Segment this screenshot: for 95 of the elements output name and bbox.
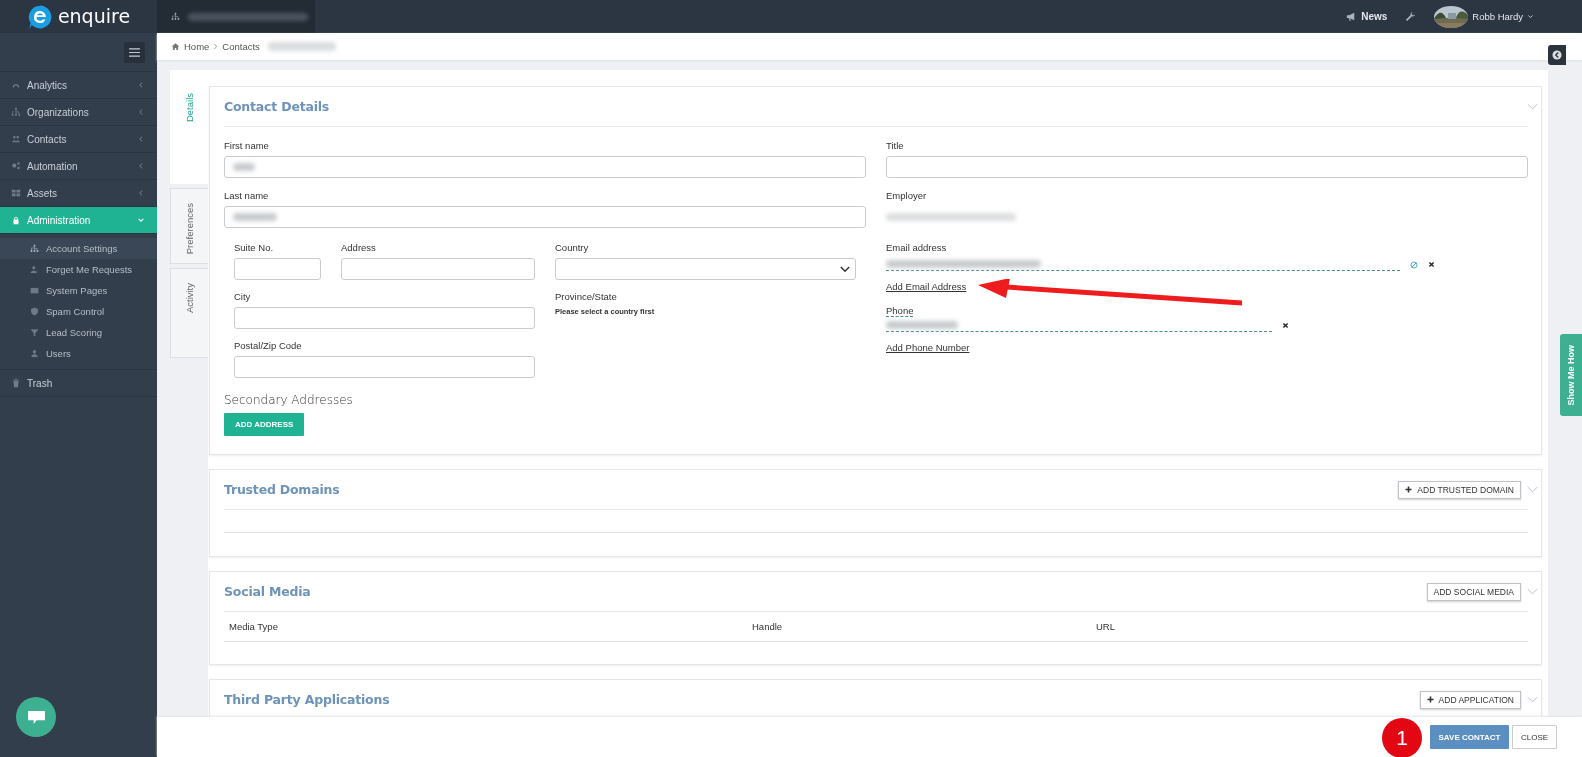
separator-icon xyxy=(213,43,219,50)
field-label: City xyxy=(234,291,252,302)
sidebar-subitem[interactable]: Lead Scoring xyxy=(0,322,157,343)
last-name-field[interactable] xyxy=(224,206,866,228)
field-label: Province/State xyxy=(555,291,618,302)
user-icon xyxy=(30,265,39,274)
section-title: Third Party Applications xyxy=(224,692,390,707)
sitemap-icon xyxy=(30,244,39,253)
sidebar-item[interactable]: Contacts xyxy=(0,126,157,153)
menu-button[interactable] xyxy=(124,41,145,63)
field-label: Email address xyxy=(886,242,947,253)
trash-icon xyxy=(11,378,21,388)
chevron-down-icon[interactable] xyxy=(1527,696,1538,703)
section-title: Trusted Domains xyxy=(224,482,340,497)
plus-icon xyxy=(1405,486,1413,493)
news-link[interactable]: News xyxy=(1346,11,1388,22)
user-icon xyxy=(30,349,39,358)
sidebar-item[interactable]: Automation xyxy=(0,153,157,180)
chat-icon xyxy=(26,709,46,725)
plus-icon xyxy=(1426,696,1434,703)
close-icon[interactable] xyxy=(1282,322,1289,329)
chevron-down-icon xyxy=(137,216,145,224)
shield-icon xyxy=(30,307,39,316)
breadcrumb-link[interactable]: Home xyxy=(184,41,210,52)
field-label: Last name xyxy=(224,190,269,201)
step-badge: 1 xyxy=(1382,717,1422,757)
chevron-down-icon[interactable] xyxy=(1527,103,1538,110)
section-title: Social Media xyxy=(224,584,311,599)
sidebar-subitem[interactable]: Spam Control xyxy=(0,301,157,322)
add-phone-link[interactable]: Add Phone Number xyxy=(886,342,970,353)
chevron-left-icon xyxy=(137,162,145,170)
breadcrumb-link[interactable]: Contacts xyxy=(222,41,260,52)
column-header: Handle xyxy=(752,621,784,632)
field-label: Country xyxy=(555,242,590,253)
sidebar-subitem[interactable]: Users xyxy=(0,343,157,364)
sidebar-item[interactable]: Analytics xyxy=(0,72,157,99)
funnel-icon xyxy=(30,328,39,337)
chat-button[interactable] xyxy=(16,697,56,737)
add-trusted-domain-button[interactable]: ADD TRUSTED DOMAIN xyxy=(1398,480,1521,499)
lock-icon xyxy=(11,215,21,225)
sidebar-subitem[interactable]: Forget Me Requests xyxy=(0,259,157,280)
field-label: Address xyxy=(341,242,377,253)
ban-icon[interactable] xyxy=(1410,260,1418,269)
sidebar-item[interactable]: Trash xyxy=(0,370,157,397)
field-label: Employer xyxy=(886,190,927,201)
city-field[interactable] xyxy=(234,307,535,329)
sitemap-icon xyxy=(11,107,21,117)
users-icon xyxy=(11,134,21,144)
sitemap-icon[interactable] xyxy=(171,12,180,21)
field-label: Postal/Zip Code xyxy=(234,340,303,351)
logo-text[interactable]: enquire xyxy=(57,7,131,26)
postal-code-field[interactable] xyxy=(234,356,535,378)
logo-icon[interactable] xyxy=(26,3,53,30)
close-icon[interactable] xyxy=(1428,261,1435,268)
sidebar-item[interactable]: Organizations xyxy=(0,99,157,126)
email-field[interactable] xyxy=(886,258,1400,271)
add-email-link[interactable]: Add Email Address xyxy=(886,281,967,292)
collapse-button[interactable] xyxy=(1548,45,1566,65)
section-title: Contact Details xyxy=(224,99,330,114)
chevron-left-icon xyxy=(137,81,145,89)
wrench-icon[interactable] xyxy=(1405,11,1417,22)
chevron-down-icon[interactable] xyxy=(1527,588,1538,595)
side-tab[interactable]: Activity xyxy=(170,268,208,358)
sidebar-subitem[interactable]: Account Settings xyxy=(0,238,157,259)
close-button[interactable]: CLOSE xyxy=(1512,725,1557,749)
redacted-value xyxy=(267,42,336,51)
window-icon xyxy=(30,286,39,295)
column-header: Media Type xyxy=(229,621,279,632)
subsection-title: Secondary Addresses xyxy=(224,393,353,407)
chevron-left-icon xyxy=(137,108,145,116)
field-label: Phone xyxy=(886,305,914,317)
chevron-left-icon xyxy=(137,135,145,143)
column-header: URL xyxy=(1096,621,1116,632)
field-label: Title xyxy=(886,140,904,151)
country-dropdown[interactable] xyxy=(555,258,856,280)
suite-field[interactable] xyxy=(234,258,321,280)
chevron-down-icon[interactable] xyxy=(1527,486,1538,493)
first-name-field[interactable] xyxy=(224,156,866,178)
grid-icon xyxy=(11,188,21,198)
caret-icon xyxy=(1527,13,1534,20)
phone-field[interactable] xyxy=(886,319,1272,332)
field-label: First name xyxy=(224,140,269,151)
chevron-left-icon xyxy=(137,189,145,197)
add-social-media-button[interactable]: ADD SOCIAL MEDIA xyxy=(1426,582,1521,601)
add-application-button[interactable]: ADD APPLICATION xyxy=(1419,690,1521,709)
user-menu[interactable]: Robb Hardy xyxy=(1434,5,1534,28)
home-icon xyxy=(171,42,180,51)
menu-icon xyxy=(129,47,140,57)
back-arrow-icon xyxy=(1552,50,1562,60)
chevron-down-icon xyxy=(840,265,850,273)
field-label: Suite No. xyxy=(234,242,275,253)
sidebar-subitem[interactable]: System Pages xyxy=(0,280,157,301)
address-field[interactable] xyxy=(341,258,535,280)
side-tab[interactable]: Preferences xyxy=(170,188,208,264)
title-field[interactable] xyxy=(886,156,1528,178)
